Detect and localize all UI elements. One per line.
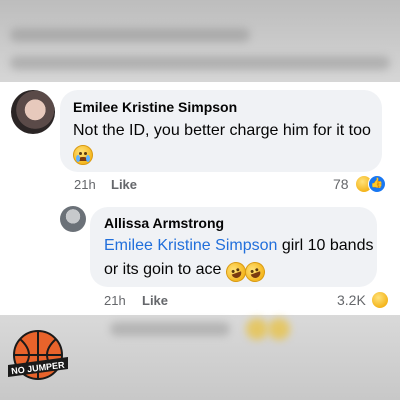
comment-timestamp[interactable]: 21h	[104, 293, 126, 308]
comment-text-line: Emilee Kristine Simpson girl 10 bands	[104, 234, 373, 258]
no-jumper-logo: NO JUMPER	[6, 327, 70, 391]
blurred-text	[10, 56, 390, 70]
avatar[interactable]	[60, 206, 86, 232]
haha-reaction-icon	[371, 291, 389, 309]
crying-face-icon	[73, 145, 93, 165]
like-button[interactable]: Like	[111, 177, 137, 192]
mention-link[interactable]: Emilee Kristine Simpson	[104, 237, 277, 254]
reaction-count[interactable]: 78	[333, 176, 349, 192]
like-button[interactable]: Like	[142, 293, 168, 308]
comment-text: or its goin to ace	[104, 261, 222, 278]
avatar[interactable]	[11, 90, 55, 134]
comment-author[interactable]: Emilee Kristine Simpson	[73, 99, 237, 115]
blurred-emoji	[268, 318, 290, 340]
comment-author[interactable]: Allissa Armstrong	[104, 215, 224, 231]
like-reaction-icon: 👍	[368, 175, 386, 193]
blurred-emoji	[246, 318, 268, 340]
blurred-text	[110, 322, 230, 336]
comment-text: Not the ID, you better charge him for it…	[73, 122, 371, 139]
blurred-text	[10, 28, 250, 42]
comment-timestamp[interactable]: 21h	[74, 177, 96, 192]
comment-text: girl 10 bands	[277, 237, 374, 254]
reaction-count[interactable]: 3.2K	[337, 292, 366, 308]
